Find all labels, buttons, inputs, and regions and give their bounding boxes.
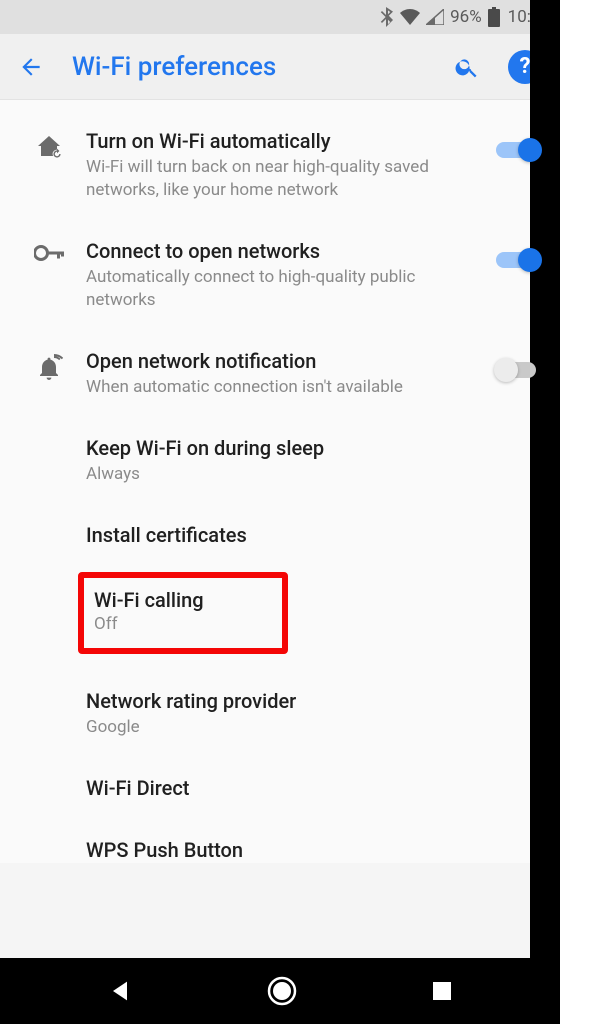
- app-bar: Wi-Fi preferences ?: [0, 34, 560, 100]
- setting-subtitle: Wi-Fi will turn back on near high-qualit…: [86, 156, 472, 202]
- setting-rating-provider[interactable]: Network rating provider Google: [0, 670, 560, 757]
- help-glyph: ?: [520, 54, 531, 79]
- setting-wifi-calling[interactable]: Wi-Fi calling Off: [78, 572, 288, 654]
- battery-percentage: 96%: [450, 7, 482, 27]
- cell-signal-icon: [426, 9, 444, 25]
- toggle-auto-wifi[interactable]: [496, 136, 540, 162]
- nav-back-icon[interactable]: [106, 977, 134, 1005]
- setting-title: Install certificates: [86, 522, 472, 548]
- bluetooth-icon: [380, 7, 394, 27]
- toggle-open-notify[interactable]: [496, 356, 540, 382]
- back-icon[interactable]: [18, 54, 44, 80]
- setting-subtitle: Off: [94, 614, 268, 634]
- setting-subtitle: Automatically connect to high-quality pu…: [86, 266, 472, 312]
- setting-wps-push[interactable]: WPS Push Button: [0, 819, 560, 863]
- setting-sleep[interactable]: Keep Wi-Fi on during sleep Always: [0, 417, 560, 504]
- setting-title: Turn on Wi-Fi automatically: [86, 128, 472, 154]
- setting-title: Open network notification: [86, 348, 472, 374]
- setting-wifi-direct[interactable]: Wi-Fi Direct: [0, 757, 560, 819]
- setting-title: Wi-Fi Direct: [86, 775, 472, 801]
- setting-open-networks[interactable]: Connect to open networks Automatically c…: [0, 220, 560, 330]
- setting-install-certs[interactable]: Install certificates: [0, 504, 560, 566]
- settings-list: Turn on Wi-Fi automatically Wi-Fi will t…: [0, 100, 560, 863]
- setting-title: Network rating provider: [86, 688, 472, 714]
- setting-subtitle: Google: [86, 716, 472, 739]
- page-title: Wi-Fi preferences: [72, 52, 426, 82]
- setting-subtitle: When automatic connection isn't availabl…: [86, 376, 472, 399]
- bell-wifi-icon: [35, 354, 63, 382]
- toggle-open-networks[interactable]: [496, 246, 540, 272]
- setting-open-notify[interactable]: Open network notification When automatic…: [0, 330, 560, 417]
- setting-auto-wifi[interactable]: Turn on Wi-Fi automatically Wi-Fi will t…: [0, 110, 560, 220]
- setting-title: Connect to open networks: [86, 238, 472, 264]
- setting-title: Keep Wi-Fi on during sleep: [86, 435, 472, 461]
- nav-home-icon[interactable]: [266, 975, 298, 1007]
- key-icon: [34, 244, 64, 262]
- battery-icon: [488, 7, 500, 27]
- system-nav-bar: [0, 958, 560, 1024]
- home-refresh-icon: [35, 134, 63, 160]
- status-bar: 96% 10:01: [0, 0, 560, 34]
- wifi-icon: [400, 9, 420, 25]
- search-icon[interactable]: [454, 54, 480, 80]
- nav-recent-icon[interactable]: [430, 979, 454, 1003]
- setting-subtitle: Always: [86, 463, 472, 486]
- setting-title: WPS Push Button: [86, 837, 472, 863]
- setting-title: Wi-Fi calling: [94, 588, 268, 612]
